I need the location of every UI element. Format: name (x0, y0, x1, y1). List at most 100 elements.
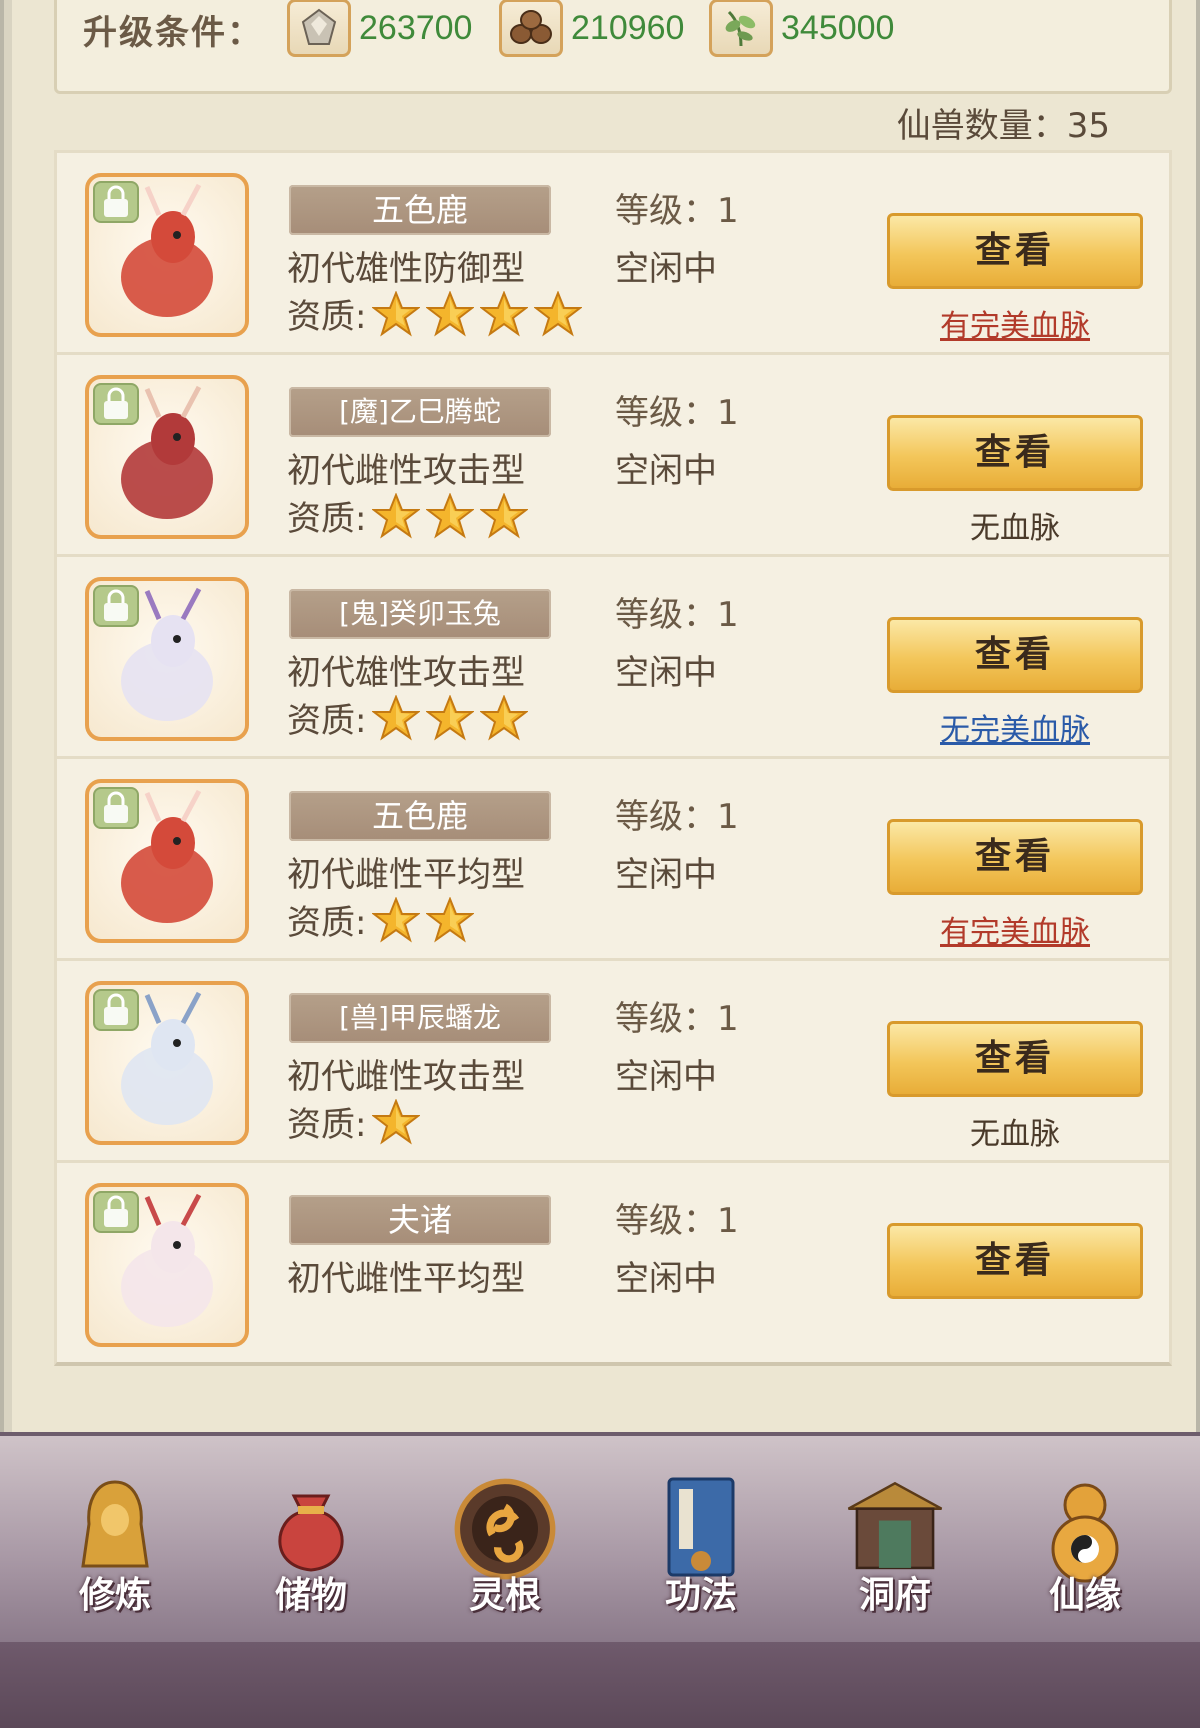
deer-portrait[interactable] (85, 779, 249, 943)
resource-crystal-value: 263700 (359, 8, 473, 47)
view-button[interactable]: 查看 (887, 819, 1143, 895)
upgrade-conditions-bar: 升级条件： 263700 210960 345000 (54, 0, 1172, 94)
quality-stars (371, 289, 588, 337)
beast-name: 夫诸 (289, 1195, 551, 1245)
lock-icon[interactable] (93, 989, 139, 1031)
beast-card[interactable]: [兽]甲辰蟠龙初代雌性攻击型 资质: 等级：1 空闲中 查看无血脉 (54, 958, 1172, 1164)
resource-crystal: 263700 (287, 0, 472, 59)
quality-label: 资质: (287, 499, 367, 539)
quality-star-icon (479, 491, 530, 539)
beast-level: 等级：1 (615, 797, 739, 837)
herb-leaf-icon (709, 0, 773, 57)
beast-card[interactable]: [魔]乙巳腾蛇 初代雌性攻击型 资质: 等级：1 空闲中 查看 无血脉 (54, 352, 1172, 558)
nav-techniques[interactable]: 功法 (626, 1474, 776, 1634)
beast-quality: 资质: (287, 289, 588, 338)
bloodline-status[interactable]: 有完美血脉 (887, 907, 1143, 951)
beast-type: 初代雄性防御型 (287, 249, 525, 289)
beast-status: 空闲中 (615, 855, 717, 895)
quality-star-icon (479, 693, 530, 741)
quality-label: 资质: (287, 701, 367, 741)
quality-label: 资质: (287, 297, 367, 337)
nav-immortal-fate[interactable]: 仙缘 (1010, 1474, 1160, 1634)
deer-portrait[interactable] (85, 173, 249, 337)
nav-cave[interactable]: 洞府 (820, 1474, 970, 1634)
bloodline-status: 无血脉 (970, 1117, 1060, 1152)
beast-type: 初代雄性攻击型 (287, 653, 525, 693)
lock-icon[interactable] (93, 1191, 139, 1233)
upgrade-label: 升级条件： (83, 13, 263, 53)
beast-name: 五色鹿 (289, 185, 551, 235)
crystal-ore-icon (287, 0, 351, 57)
beast-level: 等级：1 (615, 191, 739, 231)
quality-stars (371, 895, 480, 943)
beast-quality: 资质: (287, 491, 534, 540)
beast-quality: 资质: (287, 693, 534, 742)
beast-card[interactable]: [鬼]癸卯玉兔初代雄性攻击型 资质: 等级：1 空闲中 查看无完美血脉 (54, 554, 1172, 760)
resource-wood-value: 210960 (571, 8, 685, 47)
beast-status: 空闲中 (615, 249, 717, 289)
beast-level: 等级：1 (615, 595, 739, 635)
lock-icon[interactable] (93, 181, 139, 223)
serpent-portrait[interactable] (85, 375, 249, 539)
view-button[interactable]: 查看 (887, 617, 1143, 693)
lock-icon[interactable] (93, 383, 139, 425)
quality-star-icon (371, 289, 422, 337)
beast-name: [鬼]癸卯玉兔 (289, 589, 551, 639)
quality-star-icon (479, 289, 530, 337)
resource-herb-value: 345000 (781, 8, 895, 47)
nav-techniques-label: 功法 (664, 1575, 737, 1616)
resource-wood: 210960 (499, 0, 684, 59)
bloodline-status[interactable]: 无完美血脉 (887, 705, 1143, 749)
main-frame: 升级条件： 263700 210960 345000 仙兽数量：35 五色鹿 初… (0, 0, 1200, 1432)
quality-star-icon (371, 895, 422, 943)
beast-panel: 升级条件： 263700 210960 345000 仙兽数量：35 五色鹿 初… (12, 0, 1196, 1432)
view-button[interactable]: 查看 (887, 415, 1143, 491)
beast-level: 等级：1 (615, 999, 739, 1039)
fuzhu-portrait[interactable] (85, 1183, 249, 1347)
rabbit-portrait[interactable] (85, 577, 249, 741)
nav-spirit-root[interactable]: 灵根 (430, 1474, 580, 1634)
quality-star-icon (425, 491, 476, 539)
beast-quality: 资质: (287, 895, 480, 944)
beast-type: 初代雌性平均型 (287, 855, 525, 895)
beast-name: 五色鹿 (289, 791, 551, 841)
beast-status: 空闲中 (615, 653, 717, 693)
view-button[interactable]: 查看 (887, 213, 1143, 289)
beast-type: 初代雌性平均型 (287, 1259, 525, 1299)
beast-level: 等级：1 (615, 393, 739, 433)
quality-star-icon (425, 289, 476, 337)
beast-type: 初代雌性攻击型 (287, 451, 525, 491)
beast-card[interactable]: 五色鹿初代雌性平均型 资质: 等级：1 空闲中 查看有完美血脉 (54, 756, 1172, 962)
view-button[interactable]: 查看 (887, 1223, 1143, 1299)
beast-type: 初代雌性攻击型 (287, 1057, 525, 1097)
quality-star-icon (371, 693, 422, 741)
quality-label: 资质: (287, 1105, 367, 1145)
beast-card[interactable]: 夫诸初代雌性平均型 等级：1 空闲中 查看 (54, 1160, 1172, 1366)
quality-star-icon (425, 693, 476, 741)
beast-status: 空闲中 (615, 1057, 717, 1097)
nav-footer-ornament (0, 1642, 1200, 1728)
beast-status: 空闲中 (615, 451, 717, 491)
quality-stars (371, 1097, 426, 1145)
beast-status: 空闲中 (615, 1259, 717, 1299)
quality-star-icon (425, 895, 476, 943)
lock-icon[interactable] (93, 585, 139, 627)
quality-star-icon (533, 289, 584, 337)
beast-name: [魔]乙巳腾蛇 (289, 387, 551, 437)
nav-storage[interactable]: 储物 (236, 1474, 386, 1634)
quality-label: 资质: (287, 903, 367, 943)
dragon-portrait[interactable] (85, 981, 249, 1145)
bloodline-status[interactable]: 有完美血脉 (887, 301, 1143, 345)
beast-list[interactable]: 五色鹿 初代雄性防御型 资质: 等级：1 空闲中 查看 有完美血脉 [魔]乙巳腾蛇 初代雌性攻击… (54, 150, 1172, 1400)
beast-count: 仙兽数量：35 (896, 106, 1110, 146)
beast-level: 等级：1 (615, 1201, 739, 1241)
lock-icon[interactable] (93, 787, 139, 829)
nav-cultivate[interactable]: 修炼 (40, 1474, 190, 1634)
quality-stars (371, 693, 534, 741)
beast-name: [兽]甲辰蟠龙 (289, 993, 551, 1043)
beast-card[interactable]: 五色鹿初代雄性防御型 资质: 等级：1 空闲中 查看有完美血脉 (54, 150, 1172, 356)
view-button[interactable]: 查看 (887, 1021, 1143, 1097)
beast-quality: 资质: (287, 1097, 426, 1146)
quality-star-icon (371, 1097, 422, 1145)
resource-herb: 345000 (709, 0, 894, 59)
